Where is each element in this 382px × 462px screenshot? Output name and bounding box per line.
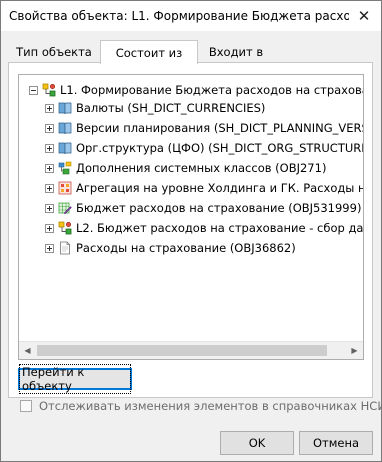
tree-node-label: L1. Формирование Бюджета расходов на стр…: [60, 83, 363, 97]
tree-node-label: Версии планирования (SH_DICT_PLANNING_VE…: [76, 121, 363, 135]
tree-node[interactable]: Орг.структура (ЦФО) (SH_DICT_ORG_STRUCTU…: [45, 139, 364, 157]
tree-node[interactable]: Версии планирования (SH_DICT_PLANNING_VE…: [45, 119, 363, 137]
horizontal-scrollbar[interactable]: ◀ ▶: [19, 341, 363, 359]
tab-object-type[interactable]: Тип объекта: [10, 42, 98, 62]
title-bar[interactable]: Свойства объекта: L1. Формирование Бюдже…: [1, 1, 381, 31]
close-icon: ✕: [357, 7, 371, 25]
book-dictionary-icon: [58, 102, 72, 115]
ok-button[interactable]: OK: [220, 431, 294, 455]
scrollbar-thumb[interactable]: [37, 345, 327, 356]
window-title: Свойства объекта: L1. Формирование Бюдже…: [9, 9, 349, 23]
track-changes-option[interactable]: Отслеживать изменения элементов в справо…: [20, 398, 382, 414]
track-changes-checkbox[interactable]: [20, 400, 32, 412]
track-changes-label: Отслеживать изменения элементов в справо…: [39, 399, 382, 413]
process-icon: [42, 83, 56, 97]
tree-node-label: Расходы на страхование (OBJ36862): [76, 241, 296, 255]
aggregation-icon: [58, 181, 72, 195]
tree-node[interactable]: Расходы на страхование (OBJ36862): [45, 239, 296, 257]
tab-consists-of[interactable]: Состоит из: [100, 40, 198, 64]
expand-icon[interactable]: [45, 163, 54, 173]
tree-node-root[interactable]: L1. Формирование Бюджета расходов на стр…: [29, 81, 363, 99]
go-to-object-label: Перейти к объекту: [19, 364, 131, 394]
tree-node-label: Дополнения системных классов (OBJ271): [76, 161, 327, 175]
tree-node-label: Агрегация на уровне Холдинга и ГК. Расхо…: [76, 181, 363, 195]
tree-node-label: Валюты (SH_DICT_CURRENCIES): [76, 101, 266, 115]
book-dictionary-icon: [58, 122, 72, 135]
book-dictionary-icon: [58, 142, 72, 155]
object-tree[interactable]: L1. Формирование Бюджета расходов на стр…: [18, 74, 364, 360]
close-button[interactable]: ✕: [349, 1, 379, 31]
collapse-icon[interactable]: [29, 85, 38, 95]
scroll-left-icon[interactable]: ◀: [19, 342, 36, 359]
class-extension-icon: [58, 161, 72, 175]
expand-icon[interactable]: [45, 123, 54, 133]
tree-node[interactable]: Бюджет расходов на страхование (OBJ53199…: [45, 199, 361, 217]
expand-icon[interactable]: [45, 243, 54, 253]
expand-icon[interactable]: [45, 183, 54, 193]
tree-node-label: Орг.структура (ЦФО) (SH_DICT_ORG_STRUCTU…: [76, 141, 364, 155]
process-icon: [58, 221, 72, 235]
document-icon: [60, 241, 70, 255]
tab-included-in[interactable]: Входит в: [196, 42, 276, 62]
tree-node-label: L2. Бюджет расходов на страхование - сбо…: [76, 221, 364, 235]
expand-icon[interactable]: [45, 143, 54, 153]
cancel-button[interactable]: Отмена: [299, 431, 373, 455]
tree-node[interactable]: L2. Бюджет расходов на страхование - сбо…: [45, 219, 364, 237]
tree-node[interactable]: Агрегация на уровне Холдинга и ГК. Расхо…: [45, 179, 363, 197]
go-to-object-button[interactable]: Перейти к объекту: [18, 364, 132, 394]
expand-icon[interactable]: [45, 203, 54, 213]
scroll-right-icon[interactable]: ▶: [346, 342, 363, 359]
tree-node-label: Бюджет расходов на страхование (OBJ53199…: [76, 201, 362, 215]
expand-icon[interactable]: [45, 103, 54, 113]
tree-node[interactable]: Дополнения системных классов (OBJ271): [45, 159, 326, 177]
tree-node[interactable]: Валюты (SH_DICT_CURRENCIES): [45, 99, 265, 117]
grid-edit-icon: [58, 202, 72, 215]
expand-icon[interactable]: [45, 223, 54, 233]
